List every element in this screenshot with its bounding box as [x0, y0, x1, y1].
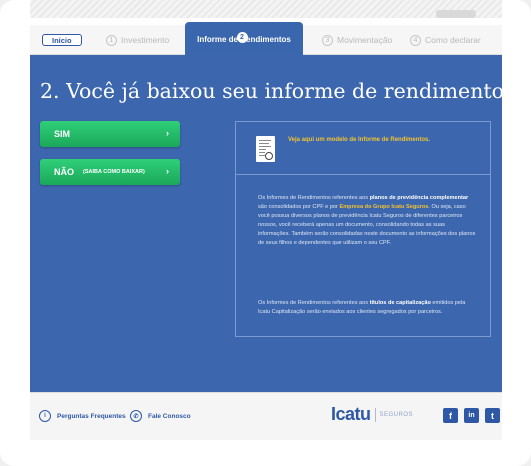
brand-subtitle: SEGUROS — [379, 411, 414, 418]
sample-report-link[interactable]: Veja aqui um modelo de Informe de Rendim… — [288, 137, 430, 143]
tab-movimentacao[interactable]: 3 Movimentação — [322, 31, 392, 49]
chevron-right-icon: › — [166, 128, 169, 138]
tab-label: Investimento — [121, 35, 170, 45]
tab-informe-rendimentos[interactable]: 2 Informe de Rendimentos — [185, 22, 303, 56]
document-icon[interactable] — [256, 136, 275, 162]
tab-como-declarar[interactable]: 4 Como declarar — [410, 31, 481, 49]
faq-link[interactable]: i Perguntas Frequentes — [39, 410, 126, 422]
chevron-right-icon: › — [166, 166, 169, 176]
page-title: 2. Você já baixou seu informe de rendime… — [40, 79, 526, 103]
faq-label: Perguntas Frequentes — [57, 412, 126, 420]
nao-button-sublabel: (SAIBA COMO BAIXAR) — [83, 169, 145, 175]
brand-name: Icatu — [331, 404, 371, 424]
main-panel: 2. Você já baixou seu informe de rendime… — [30, 55, 525, 392]
tab-label: Como declarar — [425, 35, 481, 45]
page-frame: Início 1 Investimento 2 Informe de Rendi… — [0, 0, 531, 466]
capitalizacao-paragraph: Os Informes de Rendimentos referentes ao… — [258, 300, 466, 315]
facebook-icon[interactable]: f — [443, 408, 458, 423]
linkedin-icon[interactable]: in — [464, 408, 479, 423]
tab-home-label: Início — [52, 35, 72, 45]
sim-button[interactable]: SIM › — [40, 121, 180, 147]
info-box: Veja aqui um modelo de Informe de Rendim… — [235, 121, 491, 337]
previdencia-paragraph: Os Informes de Rendimentos referentes ao… — [258, 195, 476, 246]
contact-link[interactable]: ✆ Fale Conosco — [130, 410, 191, 422]
step-number: 3 — [322, 34, 333, 46]
phone-icon: ✆ — [130, 410, 142, 422]
info-icon: i — [39, 410, 51, 422]
info-divider — [236, 174, 490, 175]
sim-button-label: SIM — [54, 129, 71, 139]
top-decoration — [30, 0, 502, 18]
contact-label: Fale Conosco — [148, 412, 191, 420]
step-tabs: Início 1 Investimento 2 Informe de Rendi… — [30, 22, 502, 56]
step-number: 1 — [106, 34, 117, 46]
twitter-icon[interactable]: t — [485, 408, 500, 423]
nao-button[interactable]: NÃO (SAIBA COMO BAIXAR) › — [40, 159, 180, 185]
tab-label: Movimentação — [337, 35, 393, 45]
top-grey-tab — [436, 10, 476, 18]
footer: i Perguntas Frequentes ✆ Fale Conosco Ic… — [30, 392, 502, 440]
tab-home[interactable]: Início — [42, 34, 82, 46]
nao-button-label: NÃO — [54, 167, 74, 177]
step-number: 2 — [236, 31, 248, 43]
brand-logo[interactable]: Icatu SEGUROS — [331, 404, 413, 425]
step-number: 4 — [410, 34, 421, 46]
tab-investimento[interactable]: 1 Investimento — [106, 31, 169, 49]
